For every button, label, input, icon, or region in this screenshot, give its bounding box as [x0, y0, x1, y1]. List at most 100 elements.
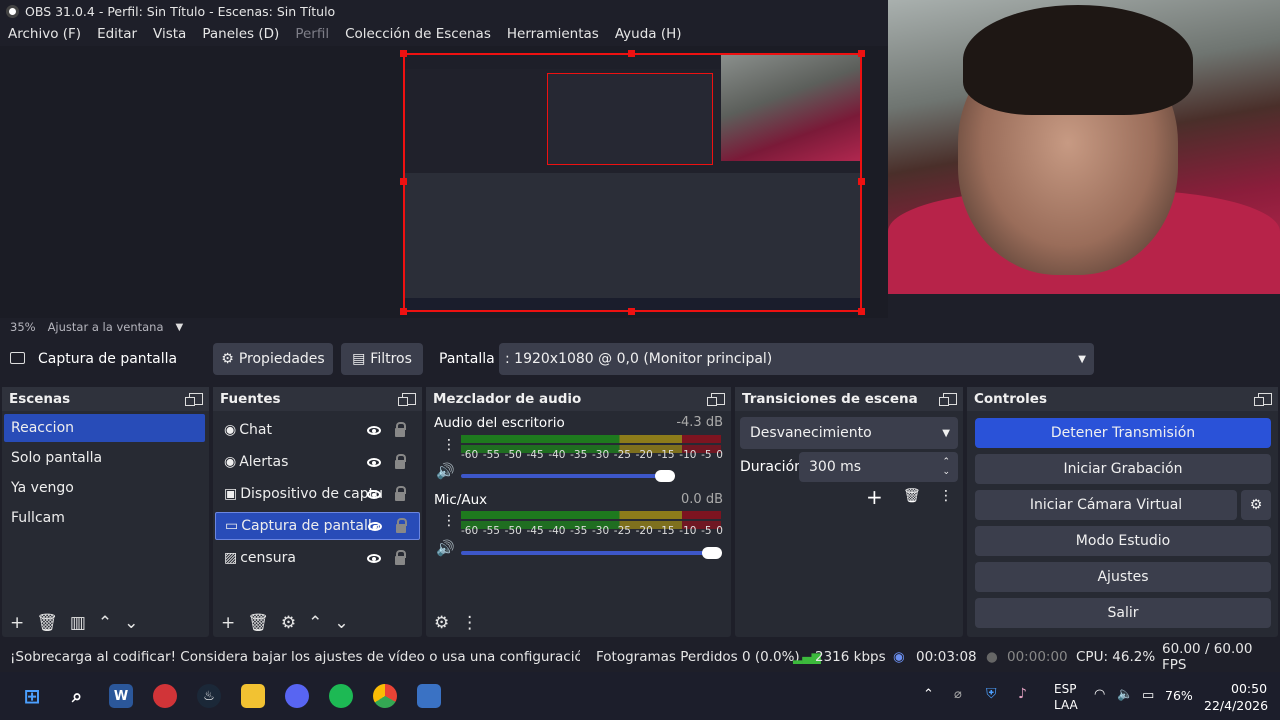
app-red-icon[interactable]: [153, 684, 177, 708]
move-up-icon[interactable]: ⌃: [308, 613, 322, 633]
add-icon[interactable]: +: [10, 613, 24, 633]
security-shield-icon[interactable]: ⛨: [986, 686, 997, 702]
resize-handle[interactable]: [858, 308, 865, 315]
undock-icon[interactable]: [939, 393, 957, 406]
move-up-icon[interactable]: ⌃: [98, 613, 112, 633]
battery-icon[interactable]: ▭: [1142, 688, 1154, 703]
menu-ayuda[interactable]: Ayuda (H): [615, 26, 682, 42]
start-recording-button[interactable]: Iniciar Grabación: [975, 454, 1271, 484]
volume-icon[interactable]: 🔈: [1117, 687, 1133, 702]
obs-taskbar-icon[interactable]: [417, 684, 441, 708]
scene-item-reaccion[interactable]: Reaccion: [4, 414, 205, 442]
spotify-icon[interactable]: [329, 684, 353, 708]
clock-date[interactable]: 22/4/2026: [1204, 698, 1268, 713]
move-down-icon[interactable]: ⌄: [334, 613, 348, 633]
source-item-censura[interactable]: ▨ censura: [215, 544, 420, 572]
menu-paneles[interactable]: Paneles (D): [202, 26, 279, 42]
filters-button[interactable]: ▤ Filtros: [341, 343, 423, 375]
menu-perfil[interactable]: Perfil: [295, 26, 329, 42]
display-select[interactable]: : 1920x1080 @ 0,0 (Monitor principal) ▼: [499, 343, 1094, 375]
virtual-camera-settings-button[interactable]: ⚙: [1241, 490, 1271, 520]
scene-filter-icon[interactable]: ▥: [70, 613, 86, 633]
resize-handle[interactable]: [628, 50, 635, 57]
file-explorer-icon[interactable]: [241, 684, 265, 708]
studio-mode-button[interactable]: Modo Estudio: [975, 526, 1271, 556]
more-options-icon[interactable]: ⋮: [939, 488, 953, 504]
steam-icon[interactable]: ♨: [197, 684, 221, 708]
volume-slider-knob[interactable]: [702, 547, 722, 559]
duration-spinbox[interactable]: 300 ms ⌃ ⌄: [799, 452, 958, 482]
more-options-icon[interactable]: ⋮: [442, 437, 456, 453]
volume-slider[interactable]: [461, 551, 711, 555]
lock-icon[interactable]: [396, 518, 407, 533]
language-code[interactable]: ESP: [1054, 682, 1076, 696]
virtual-camera-button[interactable]: Iniciar Cámara Virtual: [975, 490, 1237, 520]
visibility-eye-icon[interactable]: [367, 425, 381, 435]
scene-item-ya-vengo[interactable]: Ya vengo: [4, 474, 205, 502]
source-item-captura[interactable]: ▭ Captura de pantalla: [215, 512, 420, 540]
microphone-icon[interactable]: ♪: [1018, 686, 1027, 702]
menu-archivo[interactable]: Archivo (F): [8, 26, 81, 42]
lock-icon[interactable]: [395, 550, 406, 565]
trash-icon[interactable]: 🗑: [247, 613, 269, 633]
speaker-icon[interactable]: 🔊: [436, 539, 455, 557]
windows-start-icon[interactable]: ⊞: [20, 684, 44, 708]
volume-slider[interactable]: [461, 474, 666, 478]
exit-button[interactable]: Salir: [975, 598, 1271, 628]
visibility-eye-icon[interactable]: [367, 489, 381, 499]
add-icon[interactable]: +: [221, 613, 235, 633]
undock-icon[interactable]: [1254, 393, 1272, 406]
transition-select[interactable]: Desvanecimiento ▼: [740, 417, 958, 449]
zoom-fit-label[interactable]: Ajustar a la ventana: [48, 320, 164, 334]
stop-stream-button[interactable]: Detener Transmisión: [975, 418, 1271, 448]
trash-icon[interactable]: 🗑: [903, 488, 921, 504]
show-hidden-icons-icon[interactable]: ⌃: [923, 687, 934, 702]
scene-item-solo-pantalla[interactable]: Solo pantalla: [4, 444, 205, 472]
source-item-chat[interactable]: ◉ Chat: [215, 416, 420, 444]
scene-item-fullcam[interactable]: Fullcam: [4, 504, 205, 532]
trash-icon[interactable]: 🗑: [36, 613, 58, 633]
gear-icon[interactable]: ⚙: [434, 613, 449, 633]
add-icon[interactable]: +: [866, 485, 883, 509]
chrome-icon[interactable]: [373, 684, 397, 708]
search-icon[interactable]: ⌕: [65, 684, 89, 708]
discord-icon[interactable]: [285, 684, 309, 708]
resize-handle[interactable]: [858, 50, 865, 57]
network-off-icon[interactable]: ⌀: [954, 687, 962, 702]
source-item-dispositivo[interactable]: ▣ Dispositivo de captu: [215, 480, 420, 508]
gear-icon[interactable]: ⚙: [281, 613, 296, 633]
menu-editar[interactable]: Editar: [97, 26, 137, 42]
visibility-eye-icon[interactable]: [367, 457, 381, 467]
speaker-icon[interactable]: 🔊: [436, 462, 455, 480]
resize-handle[interactable]: [400, 50, 407, 57]
lock-icon[interactable]: [395, 486, 406, 501]
word-icon[interactable]: W: [109, 684, 133, 708]
wifi-icon[interactable]: ◠: [1094, 687, 1105, 702]
volume-slider-knob[interactable]: [655, 470, 675, 482]
undock-icon[interactable]: [398, 393, 416, 406]
lock-icon[interactable]: [395, 454, 406, 469]
undock-icon[interactable]: [707, 393, 725, 406]
visibility-eye-icon[interactable]: [368, 521, 382, 531]
zoom-dropdown-icon[interactable]: ▼: [176, 322, 184, 333]
menu-herramientas[interactable]: Herramientas: [507, 26, 599, 42]
settings-button[interactable]: Ajustes: [975, 562, 1271, 592]
resize-handle[interactable]: [400, 308, 407, 315]
source-item-alertas[interactable]: ◉ Alertas: [215, 448, 420, 476]
clock-time[interactable]: 00:50: [1231, 681, 1267, 696]
menu-vista[interactable]: Vista: [153, 26, 186, 42]
resize-handle[interactable]: [400, 178, 407, 185]
language-layout[interactable]: LAA: [1054, 698, 1078, 712]
undock-icon[interactable]: [185, 393, 203, 406]
visibility-eye-icon[interactable]: [367, 553, 381, 563]
menu-coleccion[interactable]: Colección de Escenas: [345, 26, 491, 42]
more-options-icon[interactable]: ⋮: [461, 613, 478, 633]
properties-button[interactable]: ⚙ Propiedades: [213, 343, 333, 375]
preview-canvas[interactable]: [403, 53, 862, 312]
resize-handle[interactable]: [858, 178, 865, 185]
resize-handle[interactable]: [628, 308, 635, 315]
move-down-icon[interactable]: ⌄: [124, 613, 138, 633]
spin-arrows-icon[interactable]: ⌃ ⌄: [942, 457, 950, 477]
lock-icon[interactable]: [395, 422, 406, 437]
more-options-icon[interactable]: ⋮: [442, 513, 456, 529]
